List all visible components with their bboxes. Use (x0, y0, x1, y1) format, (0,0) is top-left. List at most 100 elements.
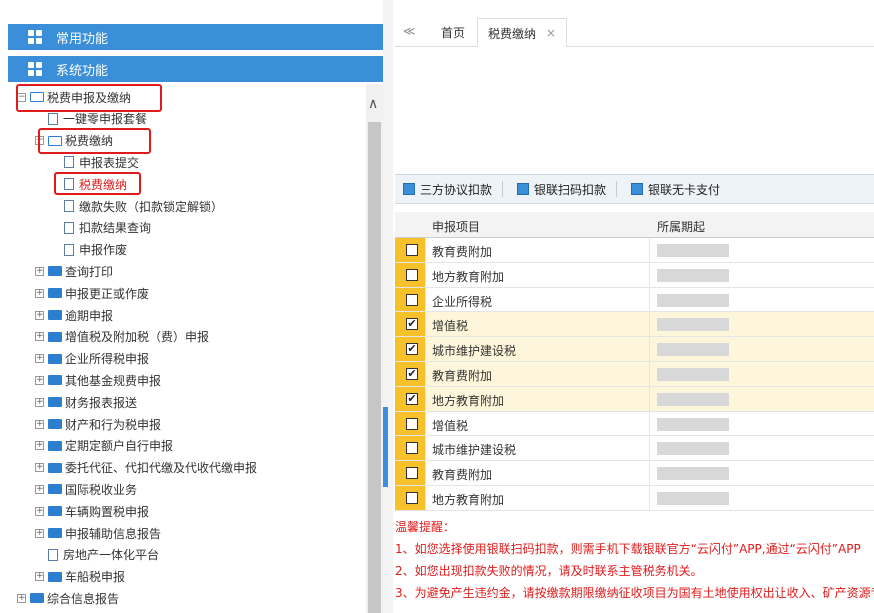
tree-item[interactable]: + 增值税及附加税（费）申报 (35, 327, 209, 347)
tree-item[interactable]: + 定期定额户自行申报 (35, 436, 173, 456)
tree-item[interactable]: + 逾期申报 (35, 305, 113, 325)
row-checkbox[interactable] (406, 417, 418, 430)
splitter-handle[interactable] (383, 407, 388, 487)
redacted-period-start (657, 367, 729, 381)
tree-item[interactable]: + 企业所得税申报 (35, 349, 149, 369)
row-checkbox[interactable]: ✔ (406, 392, 418, 405)
tree-item[interactable]: + 国际税收业务 (35, 479, 137, 499)
expand-icon[interactable]: + (35, 354, 44, 364)
grid-icon (28, 30, 42, 44)
expand-icon[interactable]: + (35, 484, 44, 494)
table-row[interactable]: 城市维护建设税 (395, 436, 874, 462)
expand-icon[interactable]: + (35, 419, 44, 429)
row-checkbox[interactable] (406, 268, 418, 281)
tree-item[interactable]: + 综合信息报告 (17, 588, 119, 608)
folder-icon (48, 571, 62, 582)
tree-item[interactable]: 缴款失败（扣款锁定解锁） (64, 196, 223, 216)
tree-item[interactable]: + 财务报表报送 (35, 392, 137, 412)
cell-border (649, 461, 650, 485)
toolbar-separator (616, 181, 618, 197)
redacted-period-start (657, 343, 729, 357)
close-icon[interactable]: × (546, 26, 556, 40)
expand-icon[interactable]: + (35, 397, 44, 407)
panel-system-functions[interactable]: 系统功能 一键折叠 (8, 56, 455, 82)
cell-border (425, 287, 426, 312)
cell-border (425, 337, 426, 361)
table-row[interactable]: 增值税 (395, 411, 874, 437)
row-checkbox[interactable]: ✔ (406, 367, 418, 380)
reminder-notes: 温馨提醒： 1、如您选择使用银联扫码扣款，则需手机下载银联官方“云闪付”APP,… (395, 518, 874, 606)
tree-item-label: 一键零申报套餐 (63, 112, 148, 127)
table-row[interactable]: ✔ 城市维护建设税 (395, 337, 874, 362)
panel-title: 常用功能 (56, 31, 109, 47)
expand-icon[interactable]: + (35, 528, 44, 538)
expand-icon[interactable]: + (35, 375, 44, 385)
table-row[interactable]: ✔ 增值税 (395, 312, 874, 338)
row-checkbox[interactable] (406, 442, 418, 455)
panel-common-functions[interactable]: 常用功能 ∨ 添加 (8, 24, 457, 50)
tree-item[interactable]: + 车辆购置税申报 (35, 501, 149, 521)
expand-icon[interactable]: + (35, 288, 44, 298)
tab-home[interactable]: 首页 (441, 24, 465, 46)
unionpay-scan-button[interactable]: 银联扫码扣款 (517, 181, 606, 198)
tree-item[interactable]: + 委托代征、代扣代缴及代收代缴申报 (35, 458, 257, 478)
tree-item[interactable]: 申报作废 (64, 240, 127, 260)
expand-icon[interactable]: + (17, 593, 26, 603)
expand-icon[interactable]: + (35, 572, 44, 582)
page-icon (64, 156, 74, 169)
row-checkbox[interactable]: ✔ (406, 318, 418, 331)
tree-item[interactable]: 申报表提交 (64, 152, 139, 172)
edit-icon (631, 183, 644, 195)
expand-icon[interactable]: + (35, 310, 44, 320)
table-row[interactable]: ✔ 教育费附加 (395, 361, 874, 387)
expand-icon[interactable]: + (35, 332, 44, 342)
edit-icon (517, 183, 530, 195)
table-row[interactable]: 企业所得税 (395, 287, 874, 313)
folder-icon (48, 419, 62, 429)
cell-border (425, 436, 426, 461)
cell-border (649, 386, 650, 411)
highlight-box (16, 84, 162, 112)
row-checkbox[interactable]: ✔ (406, 343, 418, 356)
sidebar-scrollbar[interactable]: ∧ (366, 84, 383, 613)
table-row[interactable]: 地方教育附加 (395, 485, 874, 511)
table-row[interactable]: 教育费附加 (395, 461, 874, 486)
table-row[interactable]: ✔ 地方教育附加 (395, 386, 874, 412)
tree-item[interactable]: + 财产和行为税申报 (35, 414, 161, 434)
tripartite-deduction-button[interactable]: 三方协议扣款 (403, 181, 492, 198)
tree-item[interactable]: 房地产一体化平台 (48, 545, 159, 565)
unionpay-cardless-button[interactable]: 银联无卡支付 (631, 181, 720, 198)
row-checkbox[interactable] (406, 467, 418, 480)
button-label: 三方协议扣款 (420, 182, 493, 197)
tree-item-label: 扣款结果查询 (79, 221, 152, 236)
expand-icon[interactable]: + (35, 266, 44, 276)
row-checkbox[interactable] (406, 244, 418, 256)
tree-item[interactable]: + 其他基金规费申报 (35, 370, 161, 390)
expand-icon[interactable]: + (35, 463, 44, 473)
notes-title: 温馨提醒： (395, 520, 456, 534)
cell-border (649, 411, 650, 436)
row-checkbox[interactable] (406, 491, 418, 504)
tree-item[interactable]: + 车船税申报 (35, 567, 125, 587)
collapse-tabs-icon[interactable]: ≪ (403, 24, 416, 46)
tax-item-name: 企业所得税 (432, 294, 493, 309)
table-row[interactable]: 教育费附加 (395, 238, 874, 263)
tab-tax-payment[interactable]: 税费缴纳 × (477, 18, 568, 47)
tax-items-table: 申报项目 所属期起 教育费附加 地方教育附加 企业所得税 ✔ 增值税 ✔ 城市维护建设税 ✔ 教… (395, 212, 874, 511)
expand-icon[interactable]: + (35, 441, 44, 451)
expand-icon[interactable]: + (35, 506, 44, 516)
folder-icon (48, 462, 62, 473)
cell-border (425, 238, 426, 262)
tree-item-label: 车船税申报 (65, 570, 126, 585)
table-row[interactable]: 地方教育附加 (395, 262, 874, 288)
cell-border (649, 238, 650, 262)
tree-item[interactable]: + 查询打印 (35, 261, 113, 281)
row-checkbox[interactable] (406, 293, 418, 306)
tree-item[interactable]: 扣款结果查询 (64, 218, 151, 238)
column-header: 所属期起 (657, 220, 706, 234)
cell-border (649, 337, 650, 361)
tree-item[interactable]: + 申报更正或作废 (35, 283, 149, 303)
scrollbar-thumb[interactable] (368, 122, 381, 613)
tree-item[interactable]: + 申报辅助信息报告 (35, 523, 161, 543)
scroll-up-icon[interactable]: ∧ (368, 96, 378, 112)
